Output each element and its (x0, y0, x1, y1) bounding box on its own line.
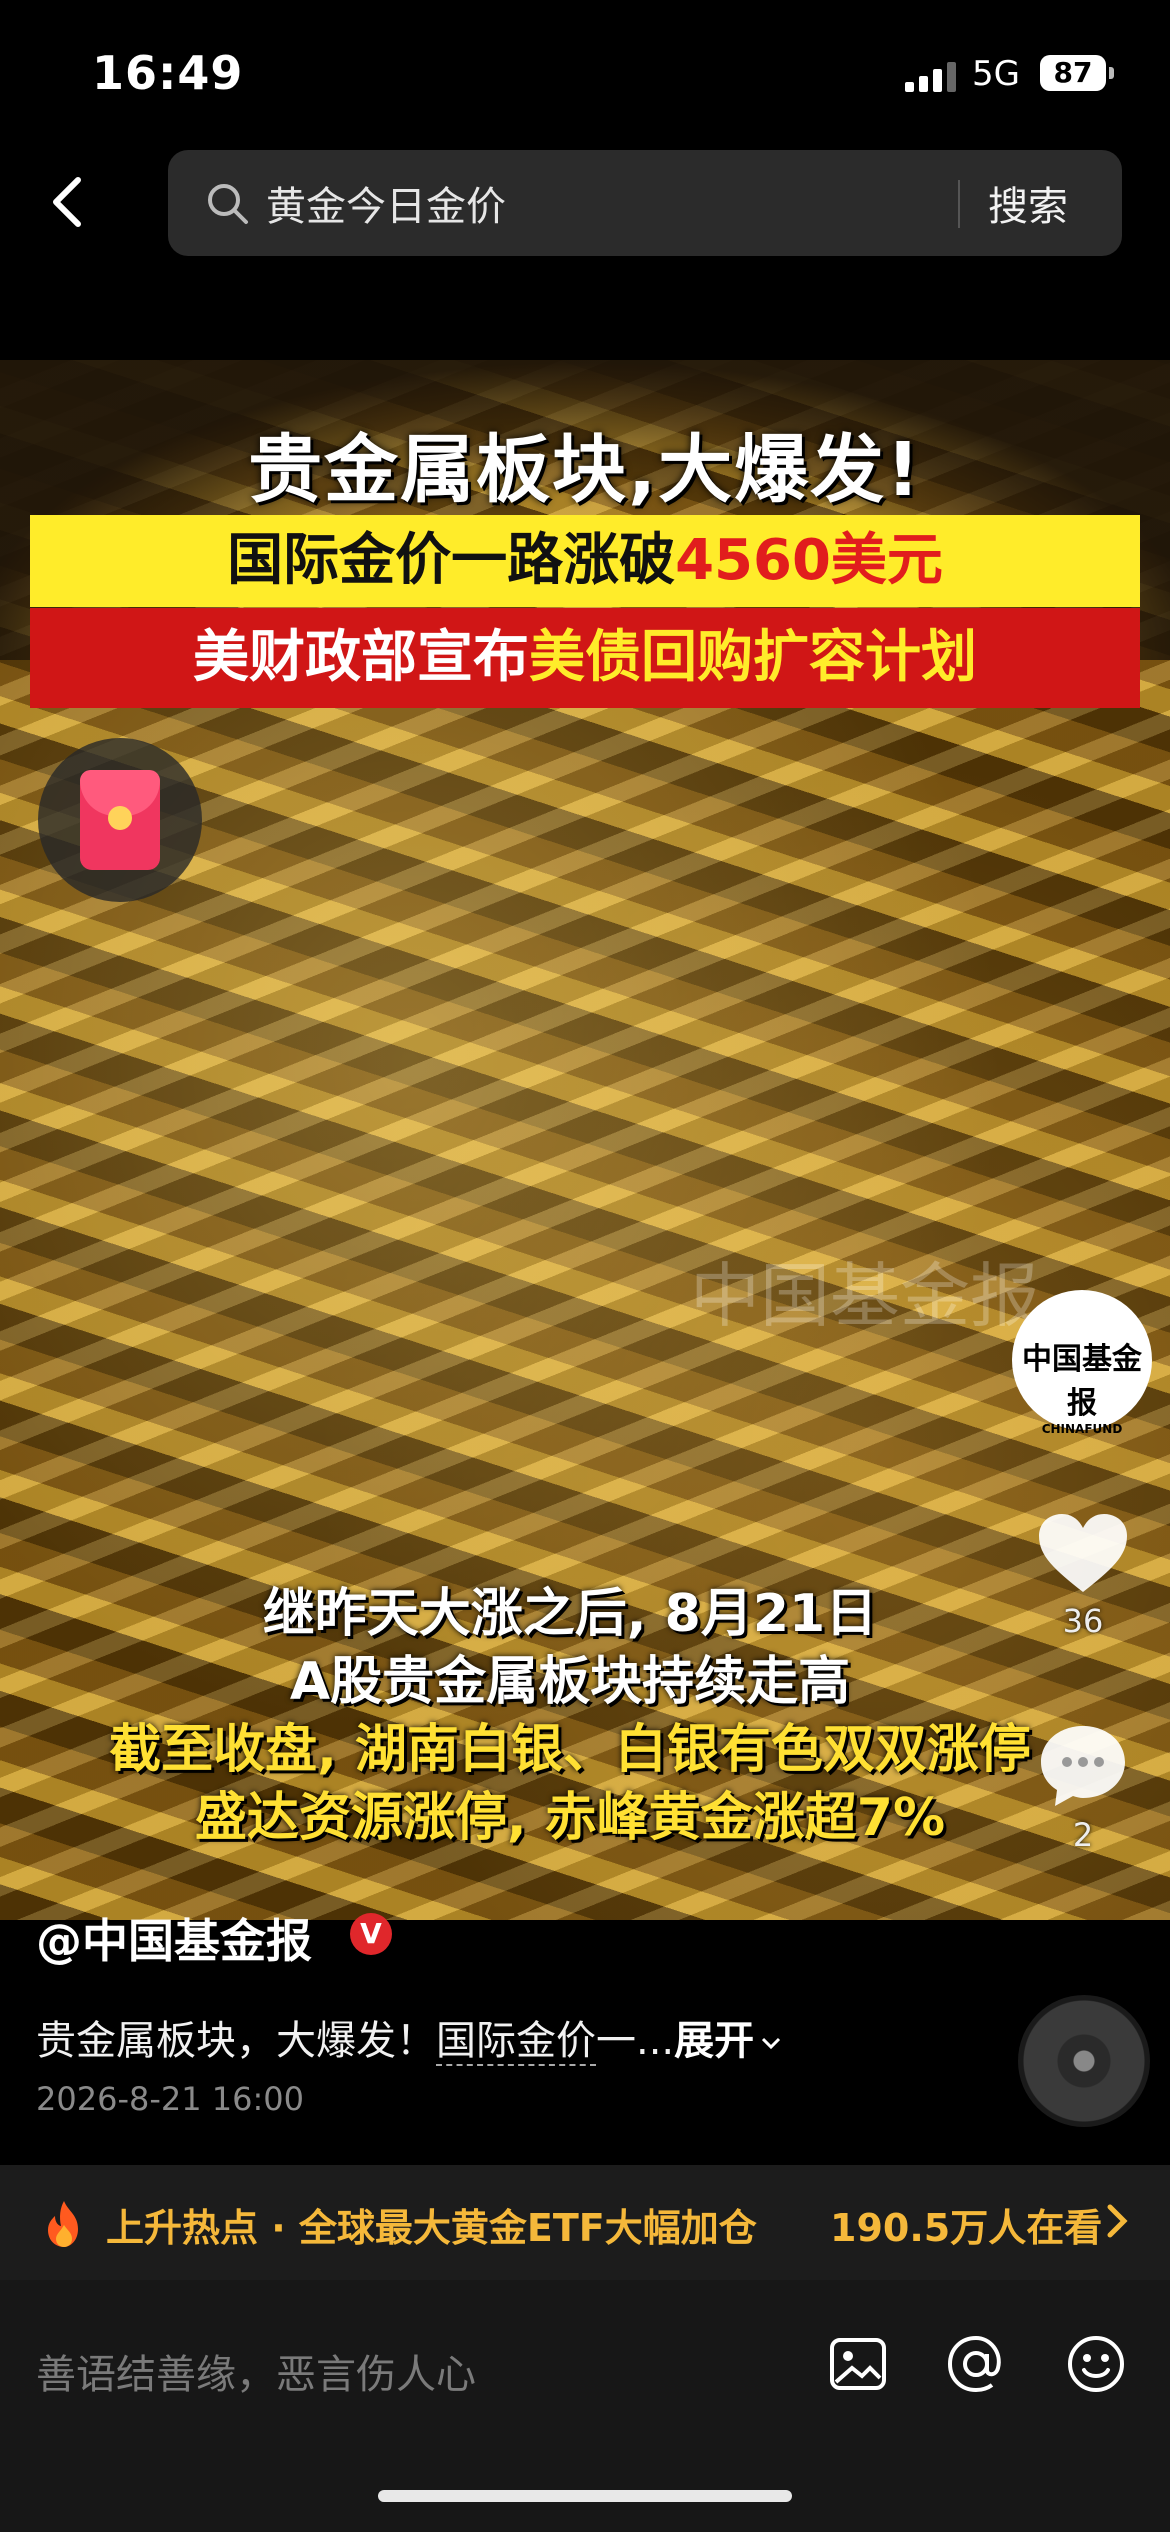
band2-highlight: 美债回购扩容计划 (529, 625, 977, 690)
video-caption: 继昨天大涨之后, 8月21日 A股贵金属板块持续走高 截至收盘, 湖南白银、白银… (60, 1580, 1080, 1852)
search-button[interactable]: 搜索 (988, 174, 1068, 232)
search-divider (958, 180, 960, 228)
heart-icon (1039, 1514, 1127, 1592)
post-description: 贵金属板块，大爆发！国际金价一...展开 (36, 2008, 784, 2066)
band1-text: 国际金价一路涨破 (227, 528, 676, 593)
battery-icon: 87 (1040, 55, 1114, 91)
headline-band-red: 美财政部宣布美债回购扩容计划 (30, 608, 1140, 708)
search-box[interactable]: 黄金今日金价 搜索 (168, 150, 1122, 256)
red-packet-button[interactable] (38, 738, 202, 902)
video-headline: 贵金属板块,大爆发! (248, 427, 922, 513)
comment-icon (1041, 1726, 1125, 1806)
signal-icon (905, 62, 956, 92)
hot-topic-label[interactable]: 上升热点 · 全球最大黄金ETF大幅加仓 (106, 2197, 757, 2252)
desc-text: 贵金属板块，大爆发！ (36, 2018, 436, 2064)
headline-band-yellow: 国际金价一路涨破4560美元 (30, 515, 1140, 607)
caption-line: 继昨天大涨之后, 8月21日 (262, 1584, 878, 1644)
avatar-logo-cn: 中国基金报 (1022, 1342, 1142, 1421)
top-bar: 黄金今日金价 搜索 (0, 140, 1170, 270)
caption-line: A股贵金属板块持续走高 (289, 1652, 851, 1712)
desc-link[interactable]: 国际金价 (436, 2018, 596, 2066)
video-player[interactable]: 贵金属板块,大爆发! 国际金价一路涨破4560美元 美财政部宣布美债回购扩容计划… (0, 360, 1170, 1920)
network-type: 5G (972, 54, 1020, 94)
mention-icon[interactable] (944, 2332, 1008, 2396)
red-envelope-icon (80, 770, 160, 870)
hot-topic-bar[interactable]: 上升热点 · 全球最大黄金ETF大幅加仓 190.5万人在看 (0, 2165, 1170, 2280)
post-date: 2026-8-21 16:00 (36, 2080, 304, 2118)
search-icon (208, 184, 248, 224)
status-bar: 16:49 5G 87 (0, 0, 1170, 140)
caption-line: 盛达资源涨停, 赤峰黄金涨超7% (194, 1788, 946, 1848)
expand-button[interactable]: 展开 (674, 2018, 784, 2064)
status-time: 16:49 (92, 46, 244, 100)
video-watermark: 中国基金报 (690, 1255, 1040, 1337)
caption-line: 截至收盘, 湖南白银、白银有色双双涨停 (109, 1720, 1031, 1780)
fire-icon (48, 2201, 78, 2247)
home-indicator[interactable] (378, 2490, 792, 2502)
author-avatar[interactable]: 中国基金报 CHINAFUND (1012, 1290, 1152, 1436)
chevron-down-icon (762, 2037, 781, 2050)
viewer-count: 190.5万人在看 (830, 2206, 1103, 2250)
avatar-logo-en: CHINAFUND (1041, 1422, 1123, 1436)
comment-button[interactable]: 2 (1018, 1720, 1148, 1854)
emoji-icon[interactable] (1064, 2332, 1128, 2396)
comment-count: 2 (1072, 1816, 1094, 1854)
music-disc-icon[interactable] (1018, 1995, 1150, 2127)
chevron-right-icon[interactable] (1102, 2201, 1132, 2241)
like-button[interactable]: 36 (1018, 1510, 1148, 1640)
expand-label[interactable]: 展开 (674, 2018, 754, 2064)
band2-text: 美财政部宣布 (193, 625, 529, 690)
like-count: 36 (1062, 1602, 1104, 1640)
back-icon[interactable] (40, 172, 100, 232)
image-icon[interactable] (826, 2332, 890, 2396)
comment-input[interactable]: 善语结善缘，恶言伤人心 (36, 2342, 476, 2400)
band1-highlight: 4560美元 (675, 528, 943, 593)
search-input[interactable]: 黄金今日金价 (266, 174, 506, 232)
desc-tail: 一... (596, 2018, 675, 2064)
verified-icon: V (350, 1913, 392, 1955)
author-name[interactable]: @中国基金报 (36, 1905, 312, 1971)
